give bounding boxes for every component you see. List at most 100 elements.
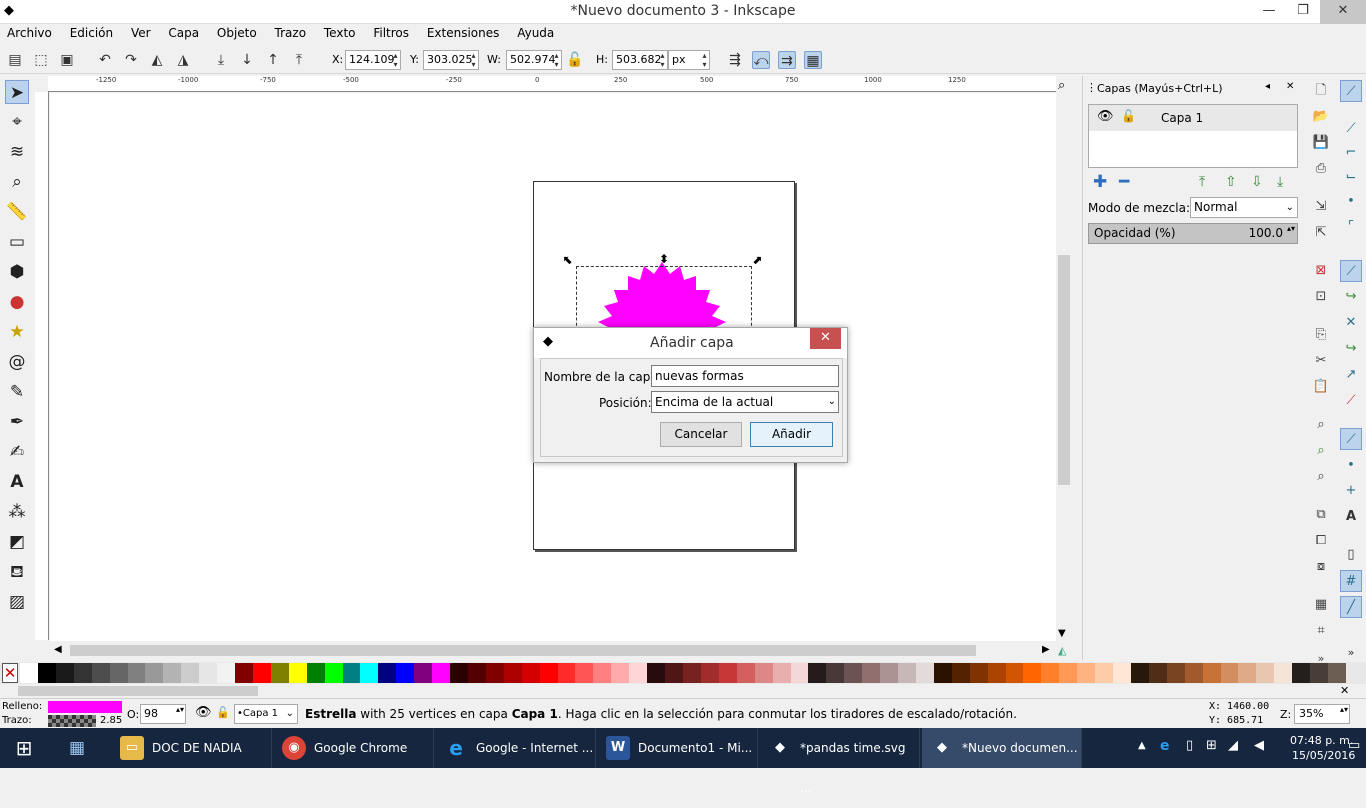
eye-icon[interactable]: 👁 — [1097, 109, 1114, 124]
node-tool-icon[interactable]: ⌖ — [5, 110, 29, 134]
taskbar-item-inkscape-current[interactable]: ◆ *Nuevo documen... — [922, 728, 1082, 768]
snap-bbox-edge-icon[interactable]: ⌐ — [1340, 142, 1362, 164]
scroll-down-icon[interactable]: ▼ — [1058, 628, 1066, 639]
more-snap-icon[interactable]: » — [1340, 642, 1362, 664]
color-swatch[interactable] — [629, 663, 648, 683]
color-swatch[interactable] — [987, 663, 1006, 683]
color-swatch[interactable] — [503, 663, 522, 683]
color-swatch[interactable] — [915, 663, 934, 683]
color-swatch[interactable] — [127, 663, 146, 683]
lock-icon[interactable]: 🔓 — [216, 706, 230, 719]
export-icon[interactable]: ⇱ — [1310, 222, 1332, 244]
snap-bbox-mid-icon[interactable]: ∙ — [1340, 190, 1362, 212]
calligraphy-tool-icon[interactable]: ✍ — [5, 440, 29, 464]
print-icon[interactable]: ⎙ — [1310, 158, 1332, 180]
volume-icon[interactable]: ◀ — [1254, 738, 1264, 753]
menu-extensiones[interactable]: Extensiones — [420, 24, 507, 40]
color-swatch[interactable] — [252, 663, 271, 683]
snap-guide-icon[interactable]: ╱ — [1340, 596, 1362, 618]
opacity-slider[interactable]: Opacidad (%) 100.0 ▴▾ — [1088, 223, 1298, 244]
snap-bbox-center-icon[interactable]: ⌜ — [1340, 216, 1362, 238]
xml-editor-icon[interactable]: ⌗ — [1310, 620, 1332, 642]
battery-icon[interactable]: ▯ — [1186, 738, 1193, 753]
color-swatch[interactable] — [1220, 663, 1239, 683]
eraser-tool-icon[interactable]: ◩ — [5, 530, 29, 554]
color-swatch[interactable] — [1256, 663, 1275, 683]
color-swatch[interactable] — [1130, 663, 1149, 683]
taskbar-item-chrome[interactable]: ◉ Google Chrome — [274, 728, 434, 768]
raise-icon[interactable]: ↑ — [264, 51, 282, 69]
color-swatch[interactable] — [432, 663, 451, 683]
clone-icon[interactable]: ⧠ — [1310, 530, 1332, 552]
color-swatch[interactable] — [862, 663, 881, 683]
color-swatch[interactable] — [539, 663, 558, 683]
start-button[interactable]: ⊞ — [0, 728, 48, 768]
palette-scroll-thumb[interactable] — [18, 686, 258, 696]
snap-bbox-icon[interactable]: ⟋ — [1340, 118, 1362, 140]
color-swatch[interactable] — [736, 663, 755, 683]
wifi-icon[interactable]: ◢ — [1228, 738, 1238, 753]
layer-to-bottom-icon[interactable]: ⤓ — [1277, 174, 1283, 190]
palette-scrollbar[interactable]: ✕ — [0, 684, 1366, 698]
minimize-button[interactable]: — — [1252, 0, 1286, 24]
color-swatch[interactable] — [790, 663, 809, 683]
w-field[interactable]: 502.974 — [506, 50, 562, 70]
color-swatch[interactable] — [1184, 663, 1203, 683]
color-manage-icon[interactable]: ◭ — [1058, 644, 1066, 657]
zoom-selection-icon[interactable]: ⌕ — [1310, 414, 1332, 436]
snap-intersection-icon[interactable]: ✕ — [1340, 312, 1362, 334]
layer-name-input[interactable]: nuevas formas — [651, 365, 839, 387]
color-swatch[interactable] — [880, 663, 899, 683]
star-tool-icon[interactable]: ★ — [5, 320, 29, 344]
scale-corners-icon[interactable]: ⤺ — [752, 51, 770, 69]
layer-raise-icon[interactable]: ⇧ — [1225, 174, 1237, 190]
windows-flag-icon[interactable]: ⊞ — [1206, 738, 1217, 753]
zoom-corner-icon[interactable]: ⌕ — [1058, 78, 1065, 93]
color-swatch[interactable] — [1292, 663, 1311, 683]
add-button[interactable]: Añadir — [750, 422, 833, 447]
color-swatch[interactable] — [951, 663, 970, 683]
blend-mode-select[interactable]: Normal ⌄ — [1190, 197, 1298, 218]
color-swatch[interactable] — [55, 663, 74, 683]
clock-time[interactable]: 07:48 p. m. — [1290, 734, 1353, 747]
snap-text-baseline-icon[interactable]: A — [1340, 506, 1362, 528]
text-tool-icon[interactable]: A — [5, 470, 29, 494]
horizontal-scroll-thumb[interactable] — [70, 645, 976, 656]
color-swatch[interactable] — [217, 663, 236, 683]
selector-tool-icon[interactable]: ➤ — [5, 80, 29, 104]
lock-icon[interactable]: 🔓 — [1121, 109, 1136, 123]
paint-bucket-tool-icon[interactable]: ⛾ — [5, 560, 29, 584]
copy-icon[interactable]: ⎘ — [1310, 324, 1332, 346]
scroll-right-icon[interactable]: ▶ — [1042, 644, 1050, 655]
no-paint-swatch[interactable]: ✕ — [2, 663, 18, 683]
color-swatch[interactable] — [378, 663, 397, 683]
lower-to-bottom-icon[interactable]: ⤓ — [212, 51, 230, 69]
ellipse-tool-icon[interactable]: ● — [5, 290, 29, 314]
color-swatch[interactable] — [467, 663, 486, 683]
zoom-drawing-icon[interactable]: ⌕ — [1310, 440, 1332, 462]
paste-icon[interactable]: 📋 — [1310, 376, 1332, 398]
menu-ayuda[interactable]: Ayuda — [510, 24, 561, 40]
panel-close-icon[interactable]: ✕ — [1286, 81, 1294, 92]
snap-cusp-icon[interactable]: ↪ — [1340, 338, 1362, 360]
opacity-input[interactable]: 98 ▴▾ — [140, 704, 186, 724]
color-swatch[interactable] — [37, 663, 56, 683]
snap-page-border-icon[interactable]: ▯ — [1340, 544, 1362, 566]
color-swatch[interactable] — [700, 663, 719, 683]
taskbar-item-ie[interactable]: e Google - Internet ... — [436, 728, 596, 768]
color-swatch[interactable] — [772, 663, 791, 683]
color-swatch[interactable] — [1202, 663, 1221, 683]
color-swatch[interactable] — [235, 663, 254, 683]
close-button[interactable]: ✕ — [1320, 0, 1366, 24]
color-swatch[interactable] — [324, 663, 343, 683]
scale-stroke-icon[interactable]: ⇶ — [726, 51, 744, 69]
snap-bbox-corner-icon[interactable]: ⌙ — [1340, 166, 1362, 188]
color-swatch[interactable] — [1059, 663, 1078, 683]
snap-nodes-icon[interactable]: ⟋ — [1340, 260, 1362, 282]
lock-ratio-icon[interactable]: 🔓 — [566, 51, 584, 69]
color-swatch[interactable] — [898, 663, 917, 683]
save-icon[interactable]: 💾 — [1310, 132, 1332, 154]
menu-objeto[interactable]: Objeto — [210, 24, 264, 40]
scale-handle-ne[interactable]: ⬈ — [752, 253, 762, 267]
color-swatch[interactable] — [844, 663, 863, 683]
